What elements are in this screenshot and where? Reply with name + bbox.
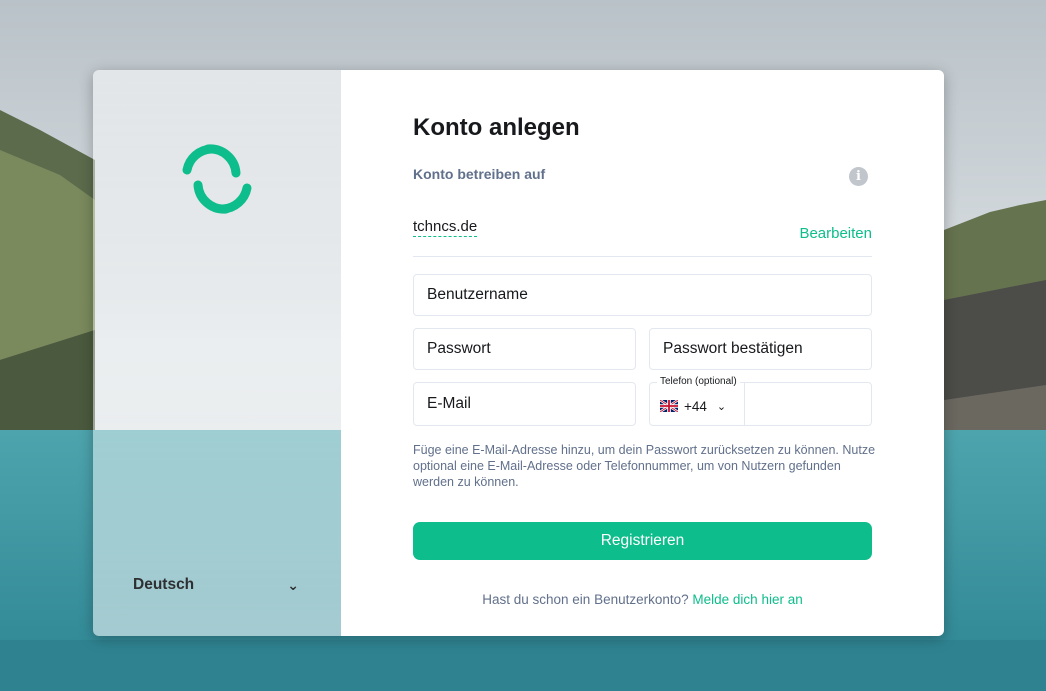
- dial-code: +44: [684, 398, 707, 414]
- confirm-password-field-box: [649, 328, 872, 370]
- language-label: Deutsch: [133, 576, 195, 593]
- email-hint-text: Füge eine E-Mail-Adresse hinzu, um dein …: [413, 443, 876, 489]
- form-panel: Konto anlegen Konto betreiben auf i tchn…: [341, 70, 944, 636]
- password-field-box: [413, 328, 636, 370]
- email-field-box: [413, 382, 636, 426]
- chevron-down-icon: ⌄: [716, 400, 727, 413]
- host-label: Konto betreiben auf: [413, 166, 546, 182]
- login-prompt-line: Hast du schon ein Benutzerkonto? Melde d…: [413, 592, 872, 607]
- uk-flag-icon: [660, 400, 678, 412]
- server-name: tchncs.de: [413, 218, 478, 237]
- phone-number-input-box: [746, 383, 871, 425]
- login-prompt-text: Hast du schon ein Benutzerkonto?: [482, 592, 689, 607]
- edit-server-link[interactable]: Bearbeiten: [799, 225, 872, 242]
- chevron-down-icon: ⌄: [287, 576, 299, 593]
- username-field-box: [413, 274, 872, 316]
- element-logo-icon: [182, 144, 252, 214]
- register-button[interactable]: Registrieren: [413, 522, 872, 560]
- email-input[interactable]: [414, 383, 635, 425]
- info-icon[interactable]: i: [849, 167, 868, 186]
- language-selector[interactable]: Deutsch ⌄: [133, 576, 303, 594]
- phone-number-input[interactable]: [746, 383, 871, 425]
- phone-field-box: Telefon (optional) +44 ⌄: [649, 376, 872, 426]
- registration-card: Deutsch ⌄ Konto anlegen Konto betreiben …: [93, 70, 944, 636]
- username-input[interactable]: [414, 275, 871, 315]
- login-link[interactable]: Melde dich hier an: [692, 592, 802, 607]
- password-input[interactable]: [414, 329, 635, 369]
- country-code-dropdown[interactable]: +44 ⌄: [650, 383, 745, 425]
- confirm-password-input[interactable]: [650, 329, 871, 369]
- page-title: Konto anlegen: [413, 114, 580, 141]
- divider: [413, 256, 872, 257]
- branding-panel: Deutsch ⌄: [93, 70, 341, 636]
